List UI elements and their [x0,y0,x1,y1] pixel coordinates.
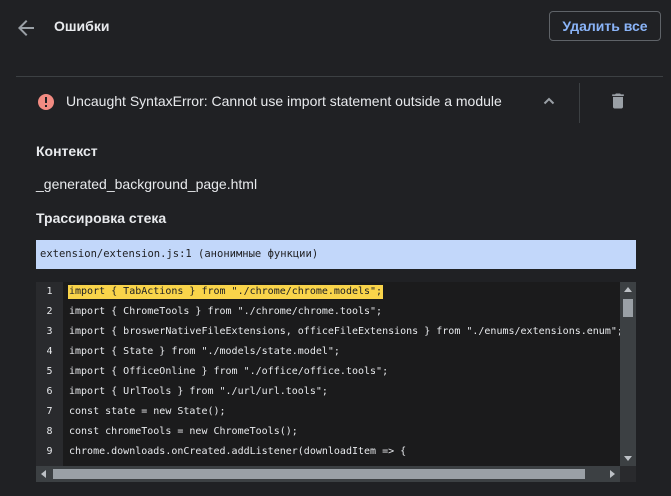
error-item[interactable]: Uncaught SyntaxError: Cannot use import … [16,77,663,127]
code-line: 7 const state = new State(); [36,402,620,422]
line-number: 7 [46,406,53,417]
code-text: const state = new State(); [69,406,226,417]
scrollbar-corner [620,466,636,482]
line-number: 5 [46,366,53,377]
error-message: Uncaught SyntaxError: Cannot use import … [66,93,502,109]
context-heading: Контекст [36,143,98,159]
header: Ошибки Удалить все [0,0,671,56]
code-line: 8 const chromeTools = new ChromeTools(); [36,422,620,442]
line-number: 3 [46,326,53,337]
code-text: import { broswerNativeFileExtensions, of… [69,326,623,337]
scroll-up-arrow-icon[interactable] [624,287,632,292]
horizontal-scroll-thumb[interactable] [53,469,585,479]
stack-frame[interactable]: extension/extension.js:1 (анонимные функ… [36,240,636,269]
code-line: 6 import { UrlTools } from "./url/url.to… [36,382,620,402]
chevron-up-icon[interactable] [540,92,558,110]
back-arrow-icon[interactable] [14,16,38,40]
code-text: chrome.downloads.onCreated.addListener(d… [69,446,407,457]
error-circle-icon [37,93,55,111]
code-line: 9 chrome.downloads.onCreated.addListener… [36,442,620,462]
line-number: 6 [46,386,53,397]
vertical-scrollbar[interactable] [620,282,636,466]
code-line: 2 import { ChromeTools } from "./chrome/… [36,302,620,322]
code-line: 5 import { OfficeOnline } from "./office… [36,362,620,382]
vertical-divider [579,83,580,123]
code-text: import { ChromeTools } from "./chrome/ch… [69,306,383,317]
line-number: 2 [46,306,53,317]
scroll-left-arrow-icon[interactable] [41,470,46,478]
scroll-down-arrow-icon[interactable] [624,456,632,461]
code-text: const chromeTools = new ChromeTools(); [69,426,298,437]
remove-all-button[interactable]: Удалить все [549,11,661,41]
trash-icon[interactable] [608,91,628,111]
code-viewer[interactable]: 1 import { TabActions } from "./chrome/c… [36,282,636,482]
line-number: 4 [46,346,53,357]
code-text: import { State } from "./models/state.mo… [69,346,340,357]
line-number: 8 [46,426,53,437]
code-text-highlighted: import { TabActions } from "./chrome/chr… [68,285,384,299]
code-text: import { OfficeOnline } from "./office/o… [69,366,389,377]
code-text: import { UrlTools } from "./url/url.tool… [69,386,328,397]
scroll-right-arrow-icon[interactable] [610,470,615,478]
line-number: 1 [46,286,53,297]
code-line: 3 import { broswerNativeFileExtensions, … [36,322,622,342]
code-line: 4 import { State } from "./models/state.… [36,342,620,362]
code-line: 1 import { TabActions } from "./chrome/c… [36,282,620,302]
horizontal-scrollbar[interactable] [36,466,620,482]
vertical-scroll-thumb[interactable] [623,299,633,317]
line-number: 9 [46,446,53,457]
context-value: _generated_background_page.html [36,176,258,192]
stack-trace-heading: Трассировка стека [36,210,167,226]
page-title: Ошибки [54,18,110,34]
